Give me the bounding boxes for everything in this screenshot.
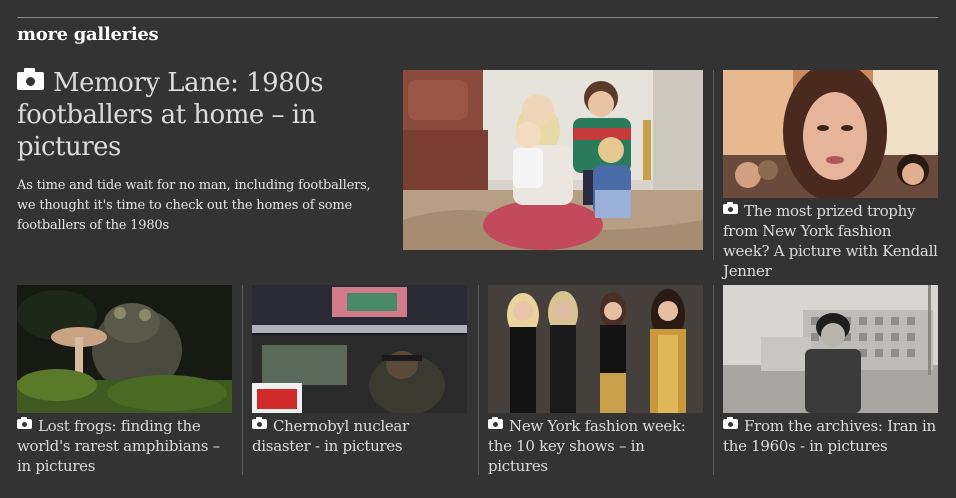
card-4-caption[interactable]: From the archives: Iran in the 1960s - i… bbox=[723, 416, 938, 456]
camera-icon bbox=[17, 68, 44, 90]
card-3-caption-text[interactable]: New York fashion week: the 10 key shows … bbox=[488, 417, 686, 475]
camera-icon bbox=[723, 202, 738, 214]
card-3-caption[interactable]: New York fashion week: the 10 key shows … bbox=[488, 416, 703, 476]
feature-title[interactable]: Memory Lane: 1980s footballers at home –… bbox=[17, 68, 324, 162]
column-separator bbox=[713, 285, 714, 475]
column-separator bbox=[478, 285, 479, 475]
card-2-caption-text[interactable]: Chernobyl nuclear disaster - in pictures bbox=[252, 417, 409, 455]
camera-icon bbox=[488, 417, 503, 429]
card-1-image[interactable] bbox=[17, 285, 232, 413]
camera-icon bbox=[723, 417, 738, 429]
camera-icon bbox=[252, 417, 267, 429]
card-3-image[interactable] bbox=[488, 285, 703, 413]
section-top-rule bbox=[17, 17, 938, 18]
feature-image[interactable] bbox=[403, 70, 703, 250]
card-2-image[interactable] bbox=[252, 285, 467, 413]
side-card-image[interactable] bbox=[723, 70, 938, 198]
card-1-caption-text[interactable]: Lost frogs: finding the world's rarest a… bbox=[17, 417, 220, 475]
side-card-caption[interactable]: The most prized trophy from New York fas… bbox=[723, 201, 938, 281]
column-separator bbox=[713, 70, 714, 260]
card-4-image[interactable] bbox=[723, 285, 938, 413]
card-2-caption[interactable]: Chernobyl nuclear disaster - in pictures bbox=[252, 416, 467, 456]
section-heading: more galleries bbox=[17, 24, 159, 45]
feature-description: As time and tide wait for no man, includ… bbox=[17, 178, 371, 233]
card-1-caption[interactable]: Lost frogs: finding the world's rarest a… bbox=[17, 416, 232, 476]
feature-title-link[interactable]: Memory Lane: 1980s footballers at home –… bbox=[17, 67, 377, 163]
card-4-caption-text[interactable]: From the archives: Iran in the 1960s - i… bbox=[723, 417, 936, 455]
column-separator bbox=[242, 285, 243, 475]
side-card-caption-text[interactable]: The most prized trophy from New York fas… bbox=[723, 202, 938, 280]
camera-icon bbox=[17, 417, 32, 429]
